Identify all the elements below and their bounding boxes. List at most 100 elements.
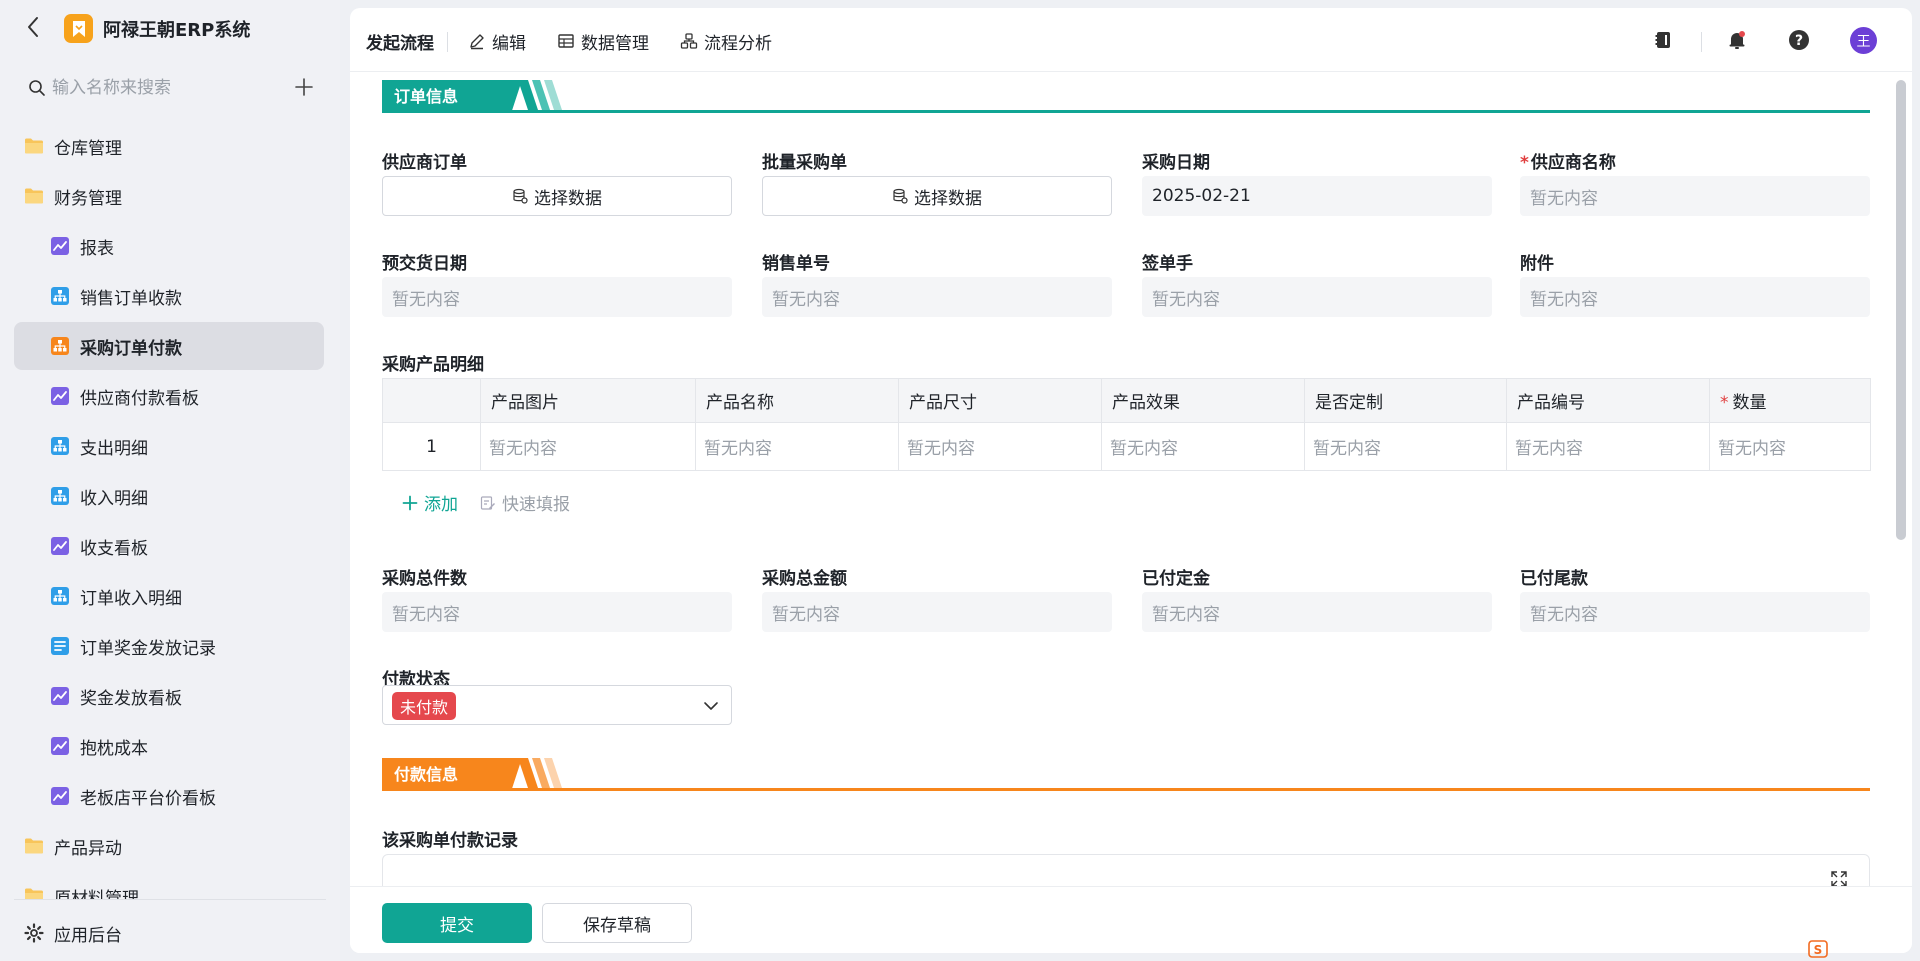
submit-button[interactable]: 提交	[382, 903, 532, 943]
scrollbar[interactable]	[1896, 80, 1906, 540]
total-qty-field[interactable]: 暂无内容	[382, 592, 732, 632]
supplier-name-field[interactable]: 暂无内容	[1520, 176, 1870, 216]
supplier-name-label: * 供应商名称	[1520, 148, 1616, 173]
batch-purchase-select-button[interactable]: 选择数据	[762, 176, 1112, 216]
sidebar-item-icon	[24, 136, 44, 156]
purchase-date-field[interactable]: 2025-02-21	[1142, 176, 1492, 216]
toolbar-divider	[447, 32, 448, 52]
table-header-cell: 产品名称	[695, 378, 899, 423]
app-admin-button[interactable]: 应用后台	[24, 918, 122, 948]
table-header-cell: 产品编号	[1506, 378, 1710, 423]
table-row: 1 暂无内容 暂无内容 暂无内容 暂无内容 暂无内容 暂无内容 暂无内容	[382, 422, 1871, 471]
sidebar-item[interactable]: 老板店平台价看板	[0, 771, 340, 821]
supplier-order-select-button[interactable]: 选择数据	[382, 176, 732, 216]
sidebar-item[interactable]: 收入明细	[0, 471, 340, 521]
sidebar-item-icon	[50, 586, 70, 606]
table-header-cell: 是否定制	[1304, 378, 1507, 423]
supplier-name-label-text: 供应商名称	[1530, 153, 1616, 173]
plus-icon	[402, 495, 418, 510]
add-icon[interactable]	[293, 76, 315, 98]
table-header-cell: * 数量	[1709, 378, 1871, 423]
sidebar-item[interactable]: 支出明细	[0, 421, 340, 471]
main-panel: 发起流程 编辑 数据管理 流程分析 ? 王 订单信息 供应商订单 选择数据 批量…	[350, 8, 1912, 953]
search-input[interactable]	[52, 78, 272, 98]
sidebar-item-label: 销售订单收款	[80, 288, 182, 309]
sidebar-item-icon	[50, 286, 70, 306]
section-payment-title: 付款信息	[382, 758, 522, 788]
sidebar-item[interactable]: 报表	[0, 221, 340, 271]
form-icon	[51, 337, 69, 355]
balance-paid-field[interactable]: 暂无内容	[1520, 592, 1870, 632]
table-cell[interactable]: 暂无内容	[480, 422, 696, 471]
back-button[interactable]	[22, 14, 44, 40]
sales-no-field[interactable]: 暂无内容	[762, 277, 1112, 317]
table-cell[interactable]: 暂无内容	[1304, 422, 1507, 471]
save-draft-button[interactable]: 保存草稿	[542, 903, 692, 943]
supplier-order-label: 供应商订单	[382, 153, 467, 173]
sidebar-item[interactable]: 收支看板	[0, 521, 340, 571]
attachment-field[interactable]: 暂无内容	[1520, 277, 1870, 317]
payment-records-table	[382, 854, 1870, 886]
sidebar-item[interactable]: 产品异动	[0, 821, 340, 871]
s-logo-icon: S	[1808, 940, 1828, 958]
add-row-button[interactable]: 添加	[402, 490, 458, 515]
total-amount-field[interactable]: 暂无内容	[762, 592, 1112, 632]
help-button[interactable]: ?	[1786, 27, 1812, 53]
sidebar-item[interactable]: 仓库管理	[0, 121, 340, 171]
tab-start-process-label: 发起流程	[366, 33, 434, 54]
sidebar-item-label: 仓库管理	[54, 138, 122, 159]
sidebar-item-icon	[24, 886, 44, 899]
sidebar-item[interactable]: 订单奖金发放记录	[0, 621, 340, 671]
sidebar-item-label: 抱枕成本	[80, 738, 148, 759]
table-cell[interactable]: 暂无内容	[1506, 422, 1710, 471]
table-cell[interactable]: 暂无内容	[1709, 422, 1871, 471]
signer-label: 签单手	[1142, 254, 1193, 274]
status-badge: 未付款	[392, 692, 457, 720]
chevron-down-icon	[704, 702, 718, 710]
table-cell[interactable]: 暂无内容	[1101, 422, 1305, 471]
stripes-decoration	[518, 758, 562, 788]
sidebar-item[interactable]: 销售订单收款	[0, 271, 340, 321]
sidebar-item[interactable]: 采购订单付款	[0, 321, 340, 371]
tab-process-analysis[interactable]: 流程分析	[680, 28, 772, 54]
quick-fill-label: 快速填报	[502, 495, 570, 515]
table-header-cell: 产品效果	[1101, 378, 1305, 423]
line-chart-icon	[51, 787, 69, 805]
quick-fill-button[interactable]: 快速填报	[480, 490, 570, 515]
sidebar-item-icon	[50, 686, 70, 706]
signer-field[interactable]: 暂无内容	[1142, 277, 1492, 317]
delivery-date-label: 预交货日期	[382, 254, 467, 274]
table-cell[interactable]: 暂无内容	[695, 422, 899, 471]
add-row-label: 添加	[424, 495, 458, 515]
toolbar-divider	[1701, 32, 1702, 52]
tab-edit[interactable]: 编辑	[468, 28, 526, 54]
table-cell[interactable]: 暂无内容	[898, 422, 1102, 471]
user-avatar[interactable]: 王	[1850, 27, 1877, 54]
delivery-date-field[interactable]: 暂无内容	[382, 277, 732, 317]
notifications-button[interactable]	[1724, 27, 1750, 53]
sidebar-item-icon	[24, 836, 44, 856]
sidebar-item[interactable]: 订单收入明细	[0, 571, 340, 621]
required-mark: *	[1720, 393, 1729, 413]
sidebar-item[interactable]: 抱枕成本	[0, 721, 340, 771]
deposit-paid-field[interactable]: 暂无内容	[1142, 592, 1492, 632]
sidebar-item[interactable]: 奖金发放看板	[0, 671, 340, 721]
sidebar-item-icon	[50, 536, 70, 556]
total-qty-label: 采购总件数	[382, 569, 467, 589]
sidebar-item[interactable]: 供应商付款看板	[0, 371, 340, 421]
tab-data-management[interactable]: 数据管理	[557, 28, 649, 54]
payment-status-dropdown[interactable]: 未付款	[382, 685, 732, 725]
expand-icon[interactable]	[1829, 869, 1849, 886]
notebook-button[interactable]	[1650, 27, 1676, 53]
row-index: 1	[382, 422, 481, 471]
sidebar-item[interactable]: 原材料管理	[0, 871, 340, 899]
app-logo	[64, 14, 93, 43]
tab-start-process[interactable]: 发起流程	[366, 28, 434, 54]
chevron-left-icon	[28, 17, 38, 37]
search-icon	[29, 80, 45, 96]
sidebar-item-icon	[50, 436, 70, 456]
form-icon	[51, 437, 69, 455]
flow-icon	[680, 33, 698, 49]
sidebar-item[interactable]: 财务管理	[0, 171, 340, 221]
sidebar-item-icon	[50, 636, 70, 656]
